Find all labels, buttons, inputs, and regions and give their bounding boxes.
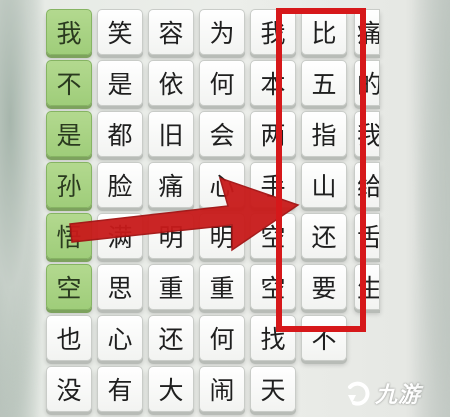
arrow-shape xyxy=(69,176,300,252)
watermark-text: 九游 xyxy=(375,383,422,408)
arrow-pointer xyxy=(69,176,300,252)
watermark: 九游 xyxy=(344,373,444,413)
game-scene: 我笑容为我比痛不是依何本五的是都旧会两指我孙脸痛心手山给悟满明明空还舌空思重重空… xyxy=(0,0,450,417)
jiuyou-logo-icon xyxy=(348,381,370,406)
highlight-box xyxy=(276,8,366,332)
